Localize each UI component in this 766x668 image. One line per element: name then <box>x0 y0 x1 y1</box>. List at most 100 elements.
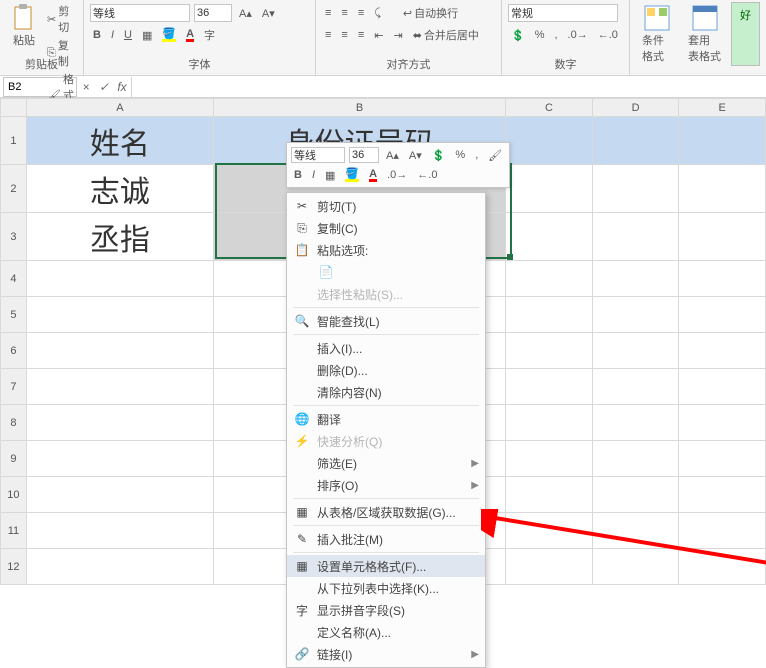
cell-C2[interactable] <box>506 165 593 213</box>
context-item[interactable]: ▦设置单元格格式(F)... <box>287 555 485 577</box>
align-right-button[interactable]: ≡ <box>355 28 367 42</box>
mini-font-name[interactable]: 等线 <box>291 147 345 163</box>
font-name-combo[interactable]: 等线 <box>90 4 190 22</box>
mini-border[interactable]: ▦ <box>322 168 338 183</box>
mini-font-size[interactable]: 36 <box>349 147 379 163</box>
row-header[interactable]: 2 <box>1 165 27 213</box>
context-item[interactable]: 排序(O)▶ <box>287 474 485 496</box>
cell-D12[interactable] <box>592 549 679 585</box>
cell-D7[interactable] <box>592 369 679 405</box>
cell-A3[interactable]: 丞指 <box>26 213 213 261</box>
cell-E3[interactable] <box>679 213 766 261</box>
context-item[interactable]: 清除内容(N) <box>287 381 485 403</box>
decrease-font-button[interactable]: A▾ <box>259 6 278 21</box>
cell-style-good[interactable]: 好 <box>731 2 760 66</box>
cell-A8[interactable] <box>26 405 213 441</box>
cell-A9[interactable] <box>26 441 213 477</box>
cell-C8[interactable] <box>506 405 593 441</box>
align-bottom-button[interactable]: ≡ <box>355 6 367 20</box>
row-header[interactable]: 9 <box>1 441 27 477</box>
cell-C4[interactable] <box>506 261 593 297</box>
mini-bold[interactable]: B <box>291 168 305 182</box>
cell-E4[interactable] <box>679 261 766 297</box>
font-size-combo[interactable]: 36 <box>194 4 232 22</box>
row-header[interactable]: 3 <box>1 213 27 261</box>
row-header[interactable]: 12 <box>1 549 27 585</box>
cell-E10[interactable] <box>679 477 766 513</box>
column-header[interactable]: B <box>213 99 505 117</box>
cell-D1[interactable] <box>592 117 679 165</box>
align-left-button[interactable]: ≡ <box>322 28 334 42</box>
italic-button[interactable]: I <box>108 28 117 42</box>
row-header[interactable]: 10 <box>1 477 27 513</box>
mini-currency[interactable]: 💲 <box>429 148 449 163</box>
row-header[interactable]: 8 <box>1 405 27 441</box>
cell-D11[interactable] <box>592 513 679 549</box>
cell-E2[interactable] <box>679 165 766 213</box>
mini-italic[interactable]: I <box>309 168 318 182</box>
context-item[interactable]: 📄 <box>287 261 485 283</box>
row-header[interactable]: 1 <box>1 117 27 165</box>
merge-center-button[interactable]: ⬌合并后居中 <box>410 26 482 44</box>
mini-percent[interactable]: % <box>452 148 468 162</box>
cell-C6[interactable] <box>506 333 593 369</box>
align-center-button[interactable]: ≡ <box>338 28 350 42</box>
mini-fill[interactable]: 🪣 <box>342 168 362 183</box>
cancel-icon[interactable]: × <box>77 80 95 94</box>
percent-button[interactable]: % <box>532 28 548 42</box>
context-item[interactable]: 删除(D)... <box>287 359 485 381</box>
cell-C11[interactable] <box>506 513 593 549</box>
context-item[interactable]: 插入(I)... <box>287 337 485 359</box>
phonetic-button[interactable]: 字 <box>201 26 218 44</box>
row-header[interactable]: 11 <box>1 513 27 549</box>
fill-color-button[interactable]: 🪣 <box>159 28 179 43</box>
select-all-corner[interactable] <box>1 99 27 117</box>
mini-shrink-font[interactable]: A▾ <box>406 148 425 163</box>
column-header[interactable]: D <box>592 99 679 117</box>
underline-button[interactable]: U <box>121 28 135 42</box>
cell-A1[interactable]: 姓名 <box>26 117 213 165</box>
context-item[interactable]: ▦从表格/区域获取数据(G)... <box>287 501 485 523</box>
context-item[interactable]: 字显示拼音字段(S) <box>287 599 485 621</box>
cell-A6[interactable] <box>26 333 213 369</box>
context-item[interactable]: ✂剪切(T) <box>287 195 485 217</box>
conditional-format-button[interactable]: 条件格式 <box>636 2 678 66</box>
increase-font-button[interactable]: A▴ <box>236 6 255 21</box>
cell-A4[interactable] <box>26 261 213 297</box>
dec-decimal-button[interactable]: ←.0 <box>595 28 621 42</box>
context-item[interactable]: 🌐翻译 <box>287 408 485 430</box>
cell-A5[interactable] <box>26 297 213 333</box>
context-item[interactable]: 🔍智能查找(L) <box>287 310 485 332</box>
cell-C1[interactable] <box>506 117 593 165</box>
cell-D3[interactable] <box>592 213 679 261</box>
context-item[interactable]: ⎘复制(C) <box>287 217 485 239</box>
table-format-button[interactable]: 套用 表格式 <box>682 2 727 66</box>
row-header[interactable]: 4 <box>1 261 27 297</box>
cell-D9[interactable] <box>592 441 679 477</box>
mini-dec-dec[interactable]: ←.0 <box>414 168 440 182</box>
font-color-button[interactable]: A <box>183 28 197 43</box>
indent-inc-button[interactable]: ⇥ <box>390 28 405 43</box>
context-item[interactable]: 筛选(E)▶ <box>287 452 485 474</box>
indent-dec-button[interactable]: ⇤ <box>371 28 386 43</box>
cell-E7[interactable] <box>679 369 766 405</box>
row-header[interactable]: 5 <box>1 297 27 333</box>
cut-button[interactable]: ✂剪切 <box>44 2 77 36</box>
formula-input[interactable] <box>131 77 766 97</box>
cell-E5[interactable] <box>679 297 766 333</box>
cell-E6[interactable] <box>679 333 766 369</box>
cell-A2[interactable]: 志诚 <box>26 165 213 213</box>
context-item[interactable]: 从下拉列表中选择(K)... <box>287 577 485 599</box>
enter-icon[interactable]: ✓ <box>95 80 113 94</box>
cell-A11[interactable] <box>26 513 213 549</box>
mini-comma[interactable]: , <box>472 148 481 162</box>
cell-E9[interactable] <box>679 441 766 477</box>
cell-A7[interactable] <box>26 369 213 405</box>
cell-D8[interactable] <box>592 405 679 441</box>
comma-button[interactable]: , <box>551 28 560 42</box>
bold-button[interactable]: B <box>90 28 104 42</box>
inc-decimal-button[interactable]: .0→ <box>565 28 591 42</box>
mini-paint[interactable]: 🖌 <box>485 148 505 163</box>
row-header[interactable]: 7 <box>1 369 27 405</box>
cell-D2[interactable] <box>592 165 679 213</box>
